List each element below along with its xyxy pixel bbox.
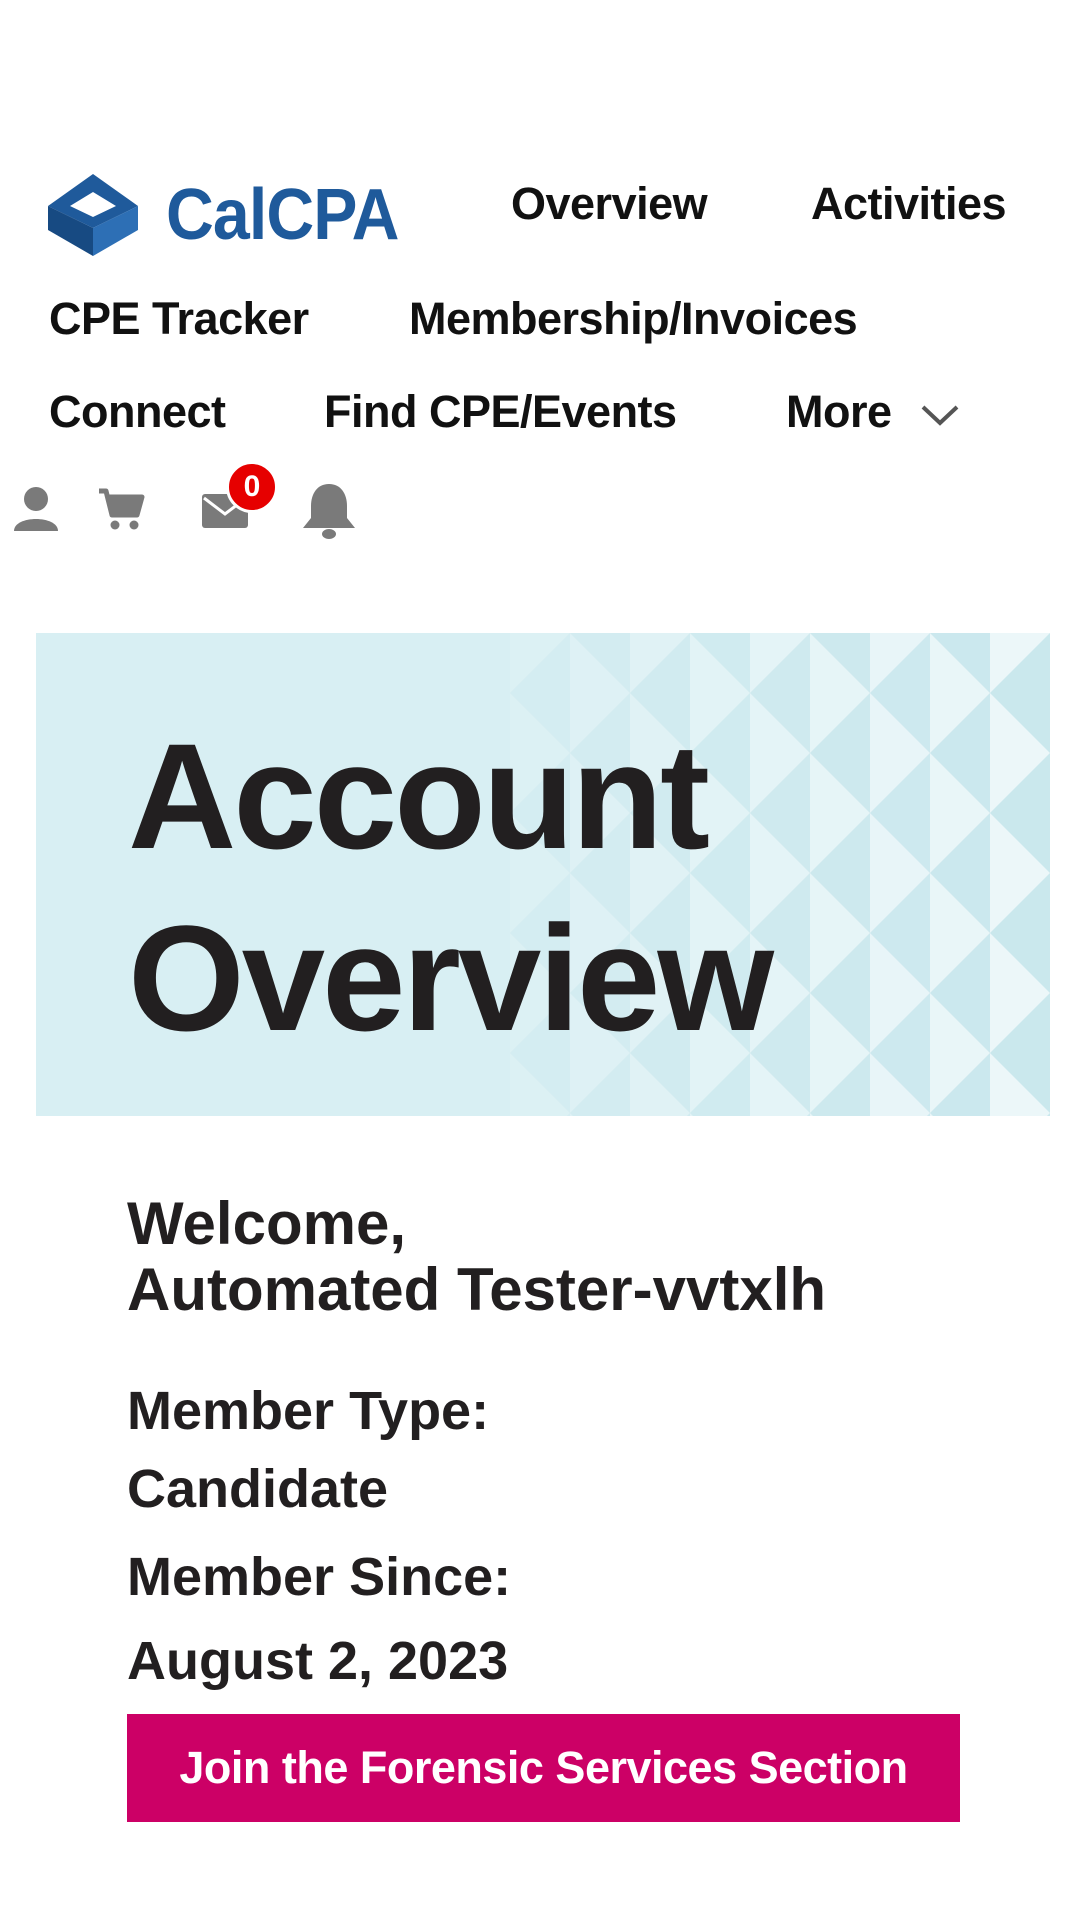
hero-banner: Account Overview xyxy=(36,633,1050,1116)
nav-connect[interactable]: Connect xyxy=(49,389,226,434)
welcome-user-name: Automated Tester-vvtxlh xyxy=(127,1256,827,1323)
nav-more-label: More xyxy=(786,386,892,437)
nav-overview[interactable]: Overview xyxy=(511,181,708,226)
join-forensic-section-button[interactable]: Join the Forensic Services Section xyxy=(127,1714,960,1822)
hero-pattern-triangle xyxy=(570,1113,630,1116)
message-count-badge: 0 xyxy=(226,461,278,513)
member-since-value: August 2, 2023 xyxy=(127,1631,509,1691)
nav-find-cpe-events[interactable]: Find CPE/Events xyxy=(324,389,677,434)
page-title: Account Overview xyxy=(128,705,774,1069)
member-since-label: Member Since: xyxy=(127,1547,512,1607)
chevron-down-icon xyxy=(921,405,958,426)
bell-icon[interactable] xyxy=(299,480,359,542)
user-icon[interactable] xyxy=(12,485,60,533)
hero-pattern-triangle xyxy=(810,1113,870,1116)
member-type-label: Member Type: xyxy=(127,1381,490,1441)
page-title-line1: Account xyxy=(128,712,710,880)
hero-pattern-triangle xyxy=(870,1113,930,1116)
hero-pattern-triangle xyxy=(630,1113,690,1116)
nav-activities[interactable]: Activities xyxy=(811,181,1007,226)
nav-cpe-tracker[interactable]: CPE Tracker xyxy=(49,296,309,341)
hero-pattern-triangle xyxy=(990,1113,1050,1116)
hero-pattern-triangle xyxy=(510,1113,570,1116)
page-title-line2: Overview xyxy=(128,894,774,1062)
calcpa-diamond-icon xyxy=(48,174,138,256)
nav-more[interactable]: More xyxy=(786,389,960,434)
logo-text: CalCPA xyxy=(166,175,399,255)
nav-membership-invoices[interactable]: Membership/Invoices xyxy=(409,296,858,341)
welcome-heading: Welcome, Automated Tester-vvtxlh xyxy=(127,1191,826,1323)
cart-icon[interactable] xyxy=(97,485,145,533)
calcpa-logo[interactable]: CalCPA xyxy=(46,172,419,258)
hero-pattern-triangle xyxy=(690,1113,750,1116)
hero-pattern-triangle xyxy=(750,1113,810,1116)
welcome-greeting: Welcome, xyxy=(127,1190,406,1257)
hero-pattern-triangle xyxy=(930,1113,990,1116)
member-type-value: Candidate xyxy=(127,1459,389,1519)
